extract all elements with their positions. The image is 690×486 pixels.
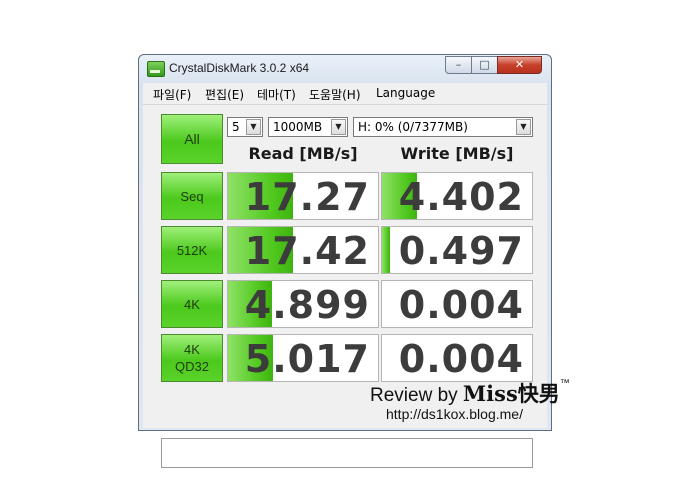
drive-select[interactable]: H: 0% (0/7377MB) ▼ (353, 117, 533, 137)
seq-write-cell: 4.402 (381, 172, 533, 220)
test-label-line: 512K (176, 242, 208, 258)
4k-qd32-write-cell: 0.004 (381, 334, 533, 382)
close-button[interactable]: ✕ (497, 56, 542, 74)
chevron-down-icon: ▼ (516, 119, 531, 135)
review-watermark: Review by Miss快男™ (370, 378, 570, 408)
4k-qd32-read-value: 5.017 (244, 337, 370, 381)
menu-help[interactable]: 도움말(H) (309, 86, 361, 103)
test-count-value: 5 (232, 120, 240, 134)
menu-edit[interactable]: 편집(E) (205, 86, 244, 103)
app-icon (147, 61, 165, 77)
test-label-line: 4K (184, 296, 200, 312)
test-label-line: QD32 (175, 359, 209, 374)
trademark-symbol: ™ (559, 378, 570, 389)
512k-read-value: 17.42 (244, 229, 370, 273)
test-count-select[interactable]: 5 ▼ (227, 117, 263, 137)
maximize-button[interactable]: □ (471, 56, 498, 74)
seq-read-cell: 17.27 (227, 172, 379, 220)
512k-write-value: 0.497 (398, 229, 524, 273)
review-by-text: Review by (370, 385, 463, 406)
test-seq-button[interactable]: Seq (161, 172, 223, 220)
menu-file[interactable]: 파일(F) (153, 86, 191, 103)
crystaldiskmark-window: CrystalDiskMark 3.0.2 x64 – □ ✕ 파일(F) 편집… (138, 54, 552, 468)
512k-write-cell: 0.497 (381, 226, 533, 274)
all-button[interactable]: All (161, 114, 223, 164)
window-title: CrystalDiskMark 3.0.2 x64 (169, 61, 310, 75)
512k-read-cell: 17.42 (227, 226, 379, 274)
test-512k-button[interactable]: 512K (161, 226, 223, 274)
chevron-down-icon: ▼ (331, 119, 346, 135)
4k-qd32-write-value: 0.004 (398, 337, 524, 381)
brand-logo-text: Miss快男 (462, 381, 560, 406)
seq-write-value: 4.402 (398, 175, 524, 219)
comment-input[interactable] (161, 438, 533, 468)
title-bar[interactable]: CrystalDiskMark 3.0.2 x64 – □ ✕ (139, 55, 551, 82)
test-label-line: Seq (180, 188, 204, 204)
minimize-button[interactable]: – (445, 56, 472, 74)
test-label-line: 4K (184, 342, 200, 357)
test-size-value: 1000MB (273, 120, 323, 134)
menu-theme[interactable]: 테마(T) (257, 86, 296, 103)
write-column-header: Write [MB/s] (400, 144, 514, 163)
test-size-select[interactable]: 1000MB ▼ (268, 117, 348, 137)
menu-bar: 파일(F) 편집(E) 테마(T) 도움말(H) Language (143, 83, 547, 105)
menu-language[interactable]: Language (376, 86, 435, 100)
4k-qd32-read-cell: 5.017 (227, 334, 379, 382)
test-4k-qd32-button[interactable]: 4K QD32 (161, 334, 223, 382)
read-column-header: Read [MB/s] (248, 144, 358, 163)
4k-read-cell: 4.899 (227, 280, 379, 328)
test-4k-button[interactable]: 4K (161, 280, 223, 328)
blog-url: http://ds1kox.blog.me/ (386, 406, 523, 422)
chevron-down-icon: ▼ (246, 119, 261, 135)
drive-value: H: 0% (0/7377MB) (358, 120, 468, 134)
4k-read-value: 4.899 (244, 283, 370, 327)
seq-read-value: 17.27 (244, 175, 370, 219)
4k-write-value: 0.004 (398, 283, 524, 327)
512k-write-bar (382, 227, 390, 273)
4k-write-cell: 0.004 (381, 280, 533, 328)
